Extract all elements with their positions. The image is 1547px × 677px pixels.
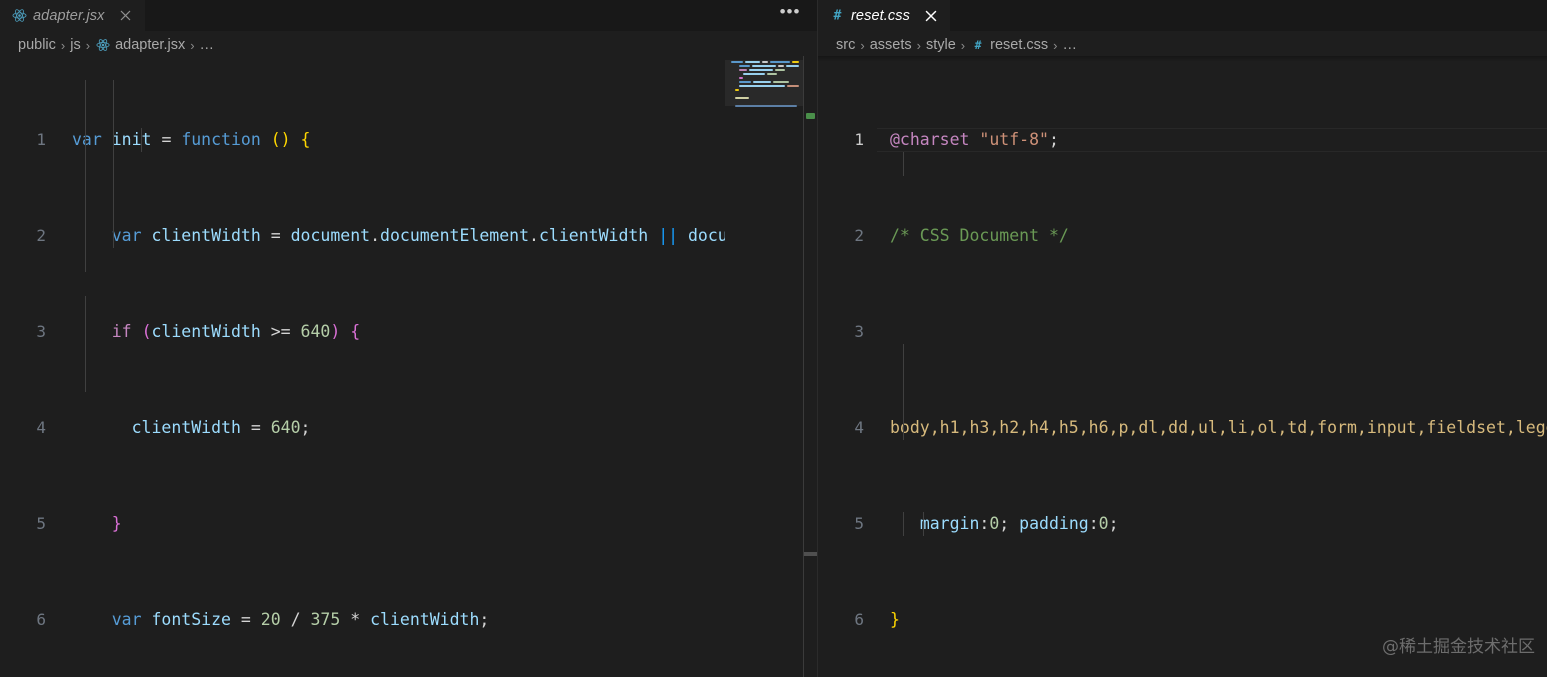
breadcrumb-file-label: adapter.jsx (115, 37, 186, 53)
line-number: 2 (36, 226, 46, 245)
editor-group-left: adapter.jsx ••• public › js › adapter.js… (0, 0, 817, 677)
indent-guide (85, 296, 86, 392)
line-number: 1 (36, 130, 46, 149)
breadcrumb-separator: › (1053, 37, 1058, 53)
code-line: 5 } (0, 512, 725, 536)
breadcrumb-item-more[interactable]: … (1062, 37, 1077, 53)
code-line: 4 clientWidth = 640; (0, 416, 725, 440)
react-jsx-file-icon (11, 8, 27, 24)
breadcrumb-item-file[interactable]: # reset.css (970, 37, 1048, 53)
line-content: } (890, 610, 900, 629)
breadcrumb-item-src[interactable]: src (836, 37, 855, 53)
close-icon[interactable] (117, 7, 135, 25)
line-content: /* CSS Document */ (890, 226, 1069, 245)
vscode-window: adapter.jsx ••• public › js › adapter.js… (0, 0, 1547, 677)
scrollbar-thumb-left[interactable] (804, 552, 817, 556)
tab-label: reset.css (851, 7, 910, 24)
indent-guide (903, 512, 904, 536)
line-number: 2 (854, 226, 864, 245)
line-content: body,h1,h3,h2,h4,h5,h6,p,dl,dd,ul,li,ol,… (890, 418, 1547, 437)
code-lines-right: 1 @charset "utf-8"; 2 /* CSS Document */… (818, 56, 1547, 677)
code-line: 4 body,h1,h3,h2,h4,h5,h6,p,dl,dd,ul,li,o… (818, 416, 1547, 440)
line-content: @charset "utf-8"; (890, 130, 1059, 149)
breadcrumb-item-public[interactable]: public (18, 37, 56, 53)
line-content: if (clientWidth >= 640) { (111, 322, 361, 341)
breadcrumb-separator: › (190, 37, 195, 53)
indent-guide (113, 80, 114, 248)
code-line: 3 if (clientWidth >= 640) { (0, 320, 725, 344)
breadcrumb-item-js[interactable]: js (70, 37, 80, 53)
line-content: var clientWidth = document.documentEleme… (111, 226, 725, 245)
tab-reset-css[interactable]: # reset.css (818, 0, 950, 31)
line-content: clientWidth = 640; (131, 418, 311, 437)
css-file-icon: # (970, 37, 986, 53)
breadcrumb-item-style[interactable]: style (926, 37, 956, 53)
indent-guide (903, 344, 904, 440)
breadcrumb-item-assets[interactable]: assets (870, 37, 912, 53)
line-number: 5 (36, 514, 46, 533)
minimap-slider[interactable] (725, 60, 803, 106)
tab-bar-actions-left: ••• (777, 0, 817, 31)
code-line: 6 } (818, 608, 1547, 632)
indent-guide (903, 152, 904, 176)
line-number: 4 (854, 418, 864, 437)
indent-guide (85, 80, 86, 272)
tab-adapter-jsx[interactable]: adapter.jsx (0, 0, 145, 31)
line-number: 5 (854, 514, 864, 533)
code-scroll-right: 1 @charset "utf-8"; 2 /* CSS Document */… (818, 56, 1547, 677)
breadcrumb-separator: › (860, 37, 865, 53)
line-number: 4 (36, 418, 46, 437)
line-number: 3 (36, 322, 46, 341)
breadcrumb-separator: › (85, 37, 91, 53)
tab-label: adapter.jsx (33, 7, 105, 24)
react-jsx-file-icon (95, 37, 111, 53)
code-line: 6 var fontSize = 20 / 375 * clientWidth; (0, 608, 725, 632)
line-content: var fontSize = 20 / 375 * clientWidth; (111, 610, 490, 629)
line-number: 1 (854, 130, 864, 149)
line-number: 6 (36, 610, 46, 629)
breadcrumb-item-file[interactable]: adapter.jsx (95, 37, 185, 53)
close-icon[interactable] (922, 7, 940, 25)
breadcrumb-separator: › (916, 37, 921, 53)
line-number: 3 (854, 322, 864, 341)
more-actions-glyph: ••• (779, 1, 801, 21)
line-number: 6 (854, 610, 864, 629)
overview-mark (806, 113, 815, 119)
code-scroll-left: 1 var init = function () { 2 var clientW… (0, 56, 725, 677)
code-line: 1 var init = function () { (0, 128, 725, 152)
minimap-left[interactable] (725, 56, 803, 677)
breadcrumb-separator: › (960, 37, 966, 53)
indent-guide (141, 128, 142, 152)
breadcrumb-file-label: reset.css (990, 37, 1049, 53)
svg-text:#: # (833, 9, 841, 23)
indent-guide (923, 512, 924, 536)
code-editor-left[interactable]: 1 var init = function () { 2 var clientW… (0, 56, 817, 677)
breadcrumb-right: src › assets › style › # reset.css › … (818, 34, 1547, 56)
code-line: 1 @charset "utf-8"; (818, 128, 1547, 152)
css-file-icon: # (829, 8, 845, 24)
line-content: } (111, 514, 122, 533)
code-line: 3 (818, 320, 1547, 344)
code-lines-left: 1 var init = function () { 2 var clientW… (0, 56, 725, 677)
more-actions-icon[interactable]: ••• (777, 1, 803, 27)
code-line: 5 margin:0; padding:0; (818, 512, 1547, 536)
code-line: 2 var clientWidth = document.documentEle… (0, 224, 725, 248)
code-line: 2 /* CSS Document */ (818, 224, 1547, 248)
code-editor-right[interactable]: 1 @charset "utf-8"; 2 /* CSS Document */… (818, 56, 1547, 677)
tab-bar-right: # reset.css (818, 0, 1547, 31)
line-content (864, 320, 900, 344)
svg-text:#: # (975, 38, 982, 52)
editor-group-right: # reset.css src › assets › style › # res… (817, 0, 1547, 677)
tab-bar-left: adapter.jsx ••• (0, 0, 817, 31)
breadcrumb-separator: › (60, 37, 66, 53)
breadcrumb-left: public › js › adapter.jsx › … (0, 34, 817, 56)
breadcrumb-item-more[interactable]: … (200, 37, 215, 53)
editor-split-divider[interactable] (817, 0, 818, 677)
overview-ruler-left[interactable] (803, 56, 817, 677)
